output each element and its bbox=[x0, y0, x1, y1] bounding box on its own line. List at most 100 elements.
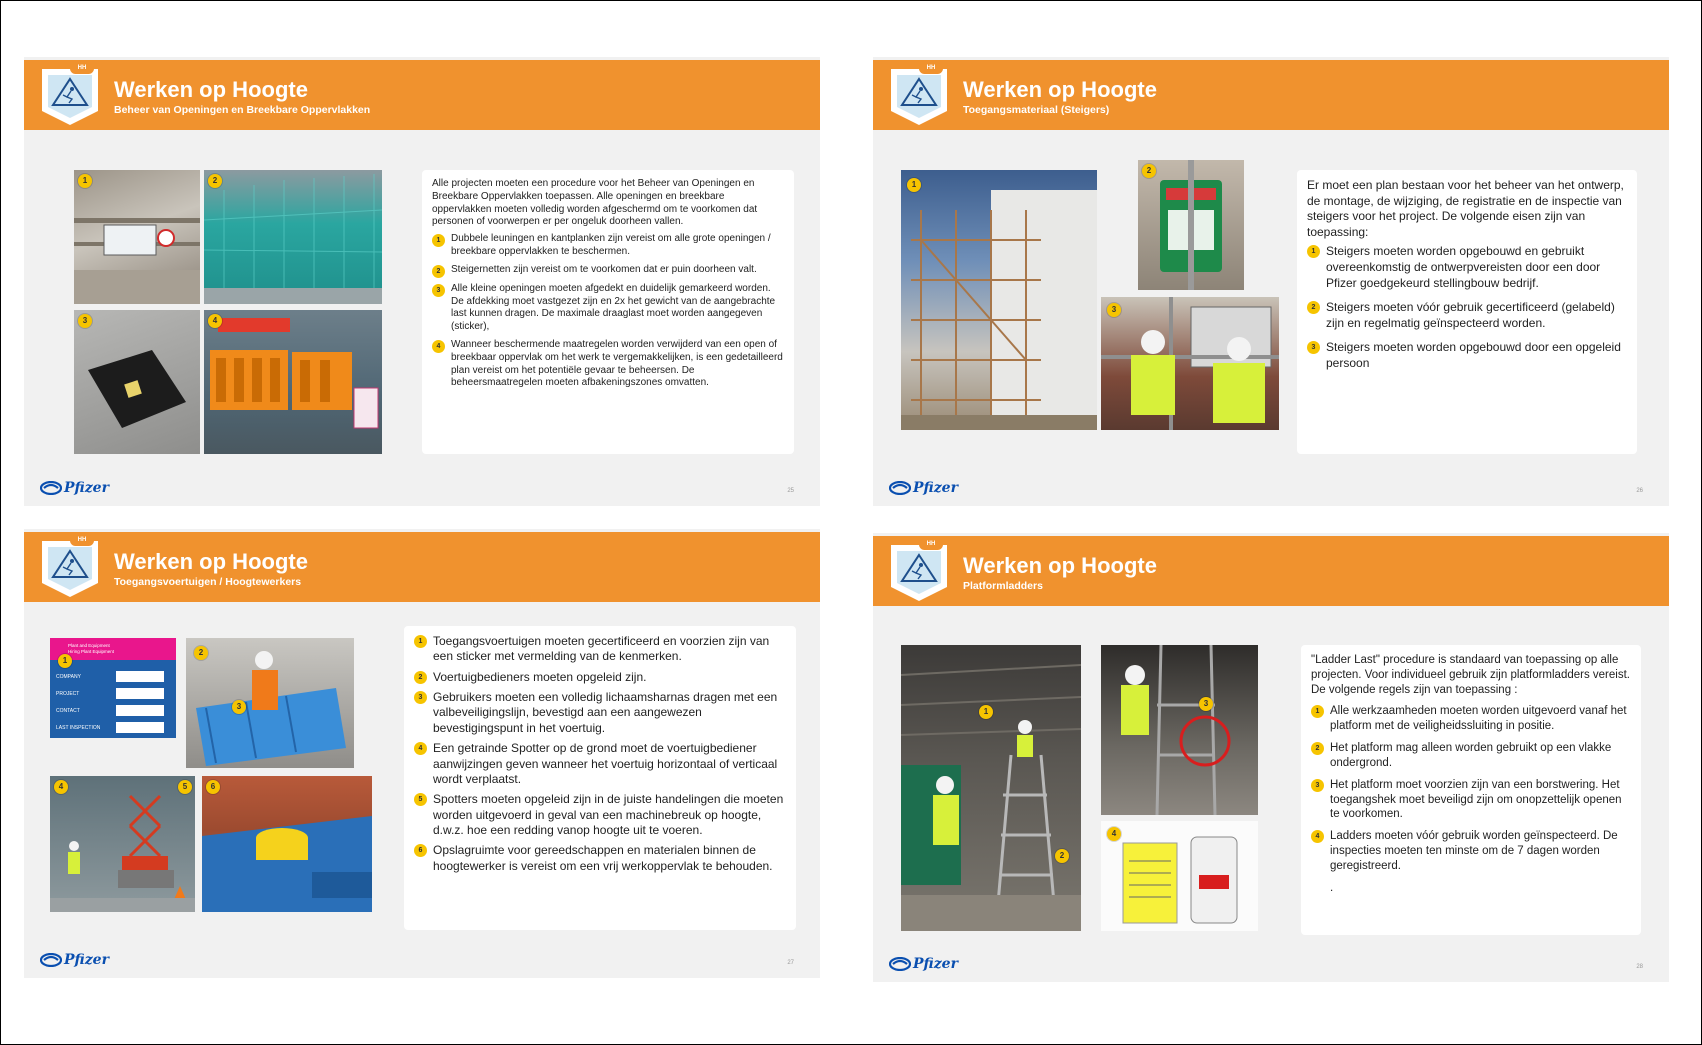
bullet-text: Alle kleine openingen moeten afgedekt en… bbox=[451, 282, 776, 333]
photo-scaffold-building: 1 bbox=[901, 170, 1097, 430]
list-item: 6 Opslagruimte voor gereedschappen en mat… bbox=[414, 843, 786, 874]
number-pin: 4 bbox=[432, 339, 445, 353]
fall-hazard-icon: HH bbox=[889, 535, 949, 605]
number-pin: 3 bbox=[1307, 341, 1320, 355]
slide-subtitle: Beheer van Openingen en Breekbare Opperv… bbox=[114, 104, 371, 116]
photo-floor-cover: 3 bbox=[74, 310, 200, 454]
page-number: 28 bbox=[1636, 964, 1643, 970]
number-pin: 1 bbox=[432, 234, 445, 248]
logo-text: Pfizer bbox=[913, 480, 958, 496]
bullet-text: Steigers moeten worden opgebouwd door ee… bbox=[1326, 340, 1621, 370]
number-pin: 3 bbox=[414, 691, 427, 705]
bullet-text: Het platform moet voorzien zijn van een … bbox=[1330, 778, 1622, 821]
photo-ladder-tag: 4 bbox=[1101, 821, 1258, 931]
number-pin: 4 bbox=[414, 742, 427, 756]
hh-badge: HH bbox=[70, 63, 94, 74]
photo-tag: 2 bbox=[1055, 849, 1069, 863]
photo-lift-warehouse: 4 5 bbox=[50, 776, 195, 912]
hh-badge: HH bbox=[70, 535, 94, 546]
content-textbox: Alle projecten moeten een procedure voor… bbox=[422, 170, 794, 454]
pfizer-pill-icon bbox=[40, 481, 62, 495]
plant-equipment-card: Plant and Equipment Hiring Plant Equipme… bbox=[50, 638, 176, 738]
photo-tag: 4 bbox=[54, 780, 68, 794]
list-item: 3 Steigers moeten worden opgebouwd door e… bbox=[1307, 340, 1627, 371]
slide-header: Werken op Hoogte Platformladders bbox=[873, 536, 1669, 606]
bullet-text: Wanneer beschermende maatregelen worden … bbox=[451, 338, 783, 389]
photo-tag: 3 bbox=[1199, 697, 1213, 711]
list-item: 4 Wanneer beschermende maatregelen worden… bbox=[432, 339, 784, 390]
intro-text: Er moet een plan bestaan voor het beheer… bbox=[1307, 178, 1624, 239]
photo-barriers: 4 bbox=[204, 310, 382, 454]
hh-badge: HH bbox=[919, 63, 943, 74]
slide-title: Werken op Hoogte bbox=[963, 77, 1157, 102]
photo-platform-ladder-site: 1 2 bbox=[901, 645, 1081, 931]
bullet-text: Gebruikers moeten een volledig lichaamsh… bbox=[433, 690, 778, 735]
number-pin: 2 bbox=[414, 670, 427, 684]
fall-hazard-icon: HH bbox=[40, 59, 100, 129]
bullet-text: Steigers moeten worden opgebouwd en gebr… bbox=[1326, 244, 1601, 290]
slide-subtitle: Platformladders bbox=[963, 580, 1043, 592]
list-item: 2 Steigers moeten vóór gebruik gecertific… bbox=[1307, 300, 1627, 331]
list-item: 3 Alle kleine openingen moeten afgedekt e… bbox=[432, 283, 784, 334]
slide-subtitle: Toegangsvoertuigen / Hoogtewerkers bbox=[114, 576, 302, 588]
photo-netting: 2 bbox=[204, 170, 382, 304]
photo-tag: 1 bbox=[78, 174, 92, 188]
pfizer-pill-icon bbox=[889, 957, 911, 971]
page-number: 25 bbox=[787, 488, 794, 494]
logo-text: Pfizer bbox=[64, 952, 109, 968]
list-item: 1 Toegangsvoertuigen moeten gecertificeer… bbox=[414, 634, 786, 665]
slide-steigers: Werken op Hoogte Toegangsmateriaal (Stei… bbox=[873, 57, 1669, 506]
slide-header: Werken op Hoogte Toegangsmateriaal (Stei… bbox=[873, 60, 1669, 130]
pfizer-logo: Pfizer bbox=[889, 956, 958, 972]
list-item: 1 Dubbele leuningen en kantplanken zijn v… bbox=[432, 233, 784, 259]
bullet-text: Alle werkzaamheden moeten worden uitgevo… bbox=[1330, 704, 1627, 732]
bullet-text: Steigernetten zijn vereist om te voorkom… bbox=[451, 263, 757, 275]
hh-badge: HH bbox=[919, 539, 943, 550]
list-item: 2 Voertuigbedieners moeten opgeleid zijn. bbox=[414, 670, 786, 685]
number-pin: 2 bbox=[1307, 301, 1320, 315]
trailing-text: . bbox=[1330, 882, 1334, 895]
logo-text: Pfizer bbox=[913, 956, 958, 972]
photo-tag: 3 bbox=[78, 314, 92, 328]
list-item: 4 Ladders moeten vóór gebruik worden geïn… bbox=[1311, 829, 1631, 874]
fall-hazard-icon: HH bbox=[40, 531, 100, 601]
content-textbox: 1 Toegangsvoertuigen moeten gecertificeer… bbox=[404, 626, 796, 930]
number-pin: 1 bbox=[414, 635, 427, 648]
photo-tag: 2 bbox=[1142, 164, 1156, 178]
bullet-text: Steigers moeten vóór gebruik gecertifice… bbox=[1326, 300, 1615, 330]
photo-tag: 1 bbox=[58, 654, 72, 668]
photo-tag: 4 bbox=[208, 314, 222, 328]
pfizer-pill-icon bbox=[889, 481, 911, 495]
content-textbox: "Ladder Last" procedure is standaard van… bbox=[1301, 645, 1641, 935]
list-item: 5 Spotters moeten opgeleid zijn in de jui… bbox=[414, 792, 786, 838]
pfizer-logo: Pfizer bbox=[40, 480, 109, 496]
fall-hazard-icon: HH bbox=[889, 59, 949, 129]
logo-text: Pfizer bbox=[64, 480, 109, 496]
photo-workers-scaffold: 3 bbox=[1101, 297, 1279, 430]
bullet-text: Dubbele leuningen en kantplanken zijn ve… bbox=[451, 233, 771, 257]
photo-ladder-guard: 3 bbox=[1101, 645, 1258, 815]
photo-tag: 1 bbox=[907, 178, 921, 192]
slide-subtitle: Toegangsmateriaal (Steigers) bbox=[963, 104, 1110, 116]
photo-tag: 3 bbox=[1107, 303, 1121, 317]
slide-hoogtewerkers: Werken op Hoogte Toegangsvoertuigen / Ho… bbox=[24, 529, 820, 978]
bullet-text: Toegangsvoertuigen moeten gecertificeerd… bbox=[433, 634, 770, 664]
photo-tool-bucket: 6 bbox=[202, 776, 372, 912]
number-pin: 1 bbox=[1311, 704, 1324, 718]
slide-header: Werken op Hoogte Toegangsvoertuigen / Ho… bbox=[24, 532, 820, 602]
number-pin: 4 bbox=[1311, 830, 1324, 844]
page-number: 26 bbox=[1636, 488, 1643, 494]
list-item: 1 Steigers moeten worden opgebouwd en geb… bbox=[1307, 244, 1627, 291]
slide-title: Werken op Hoogte bbox=[114, 77, 308, 102]
pfizer-logo: Pfizer bbox=[40, 952, 109, 968]
slide-header: Werken op Hoogte Beheer van Openingen en… bbox=[24, 60, 820, 130]
bullet-text: Ladders moeten vóór gebruik worden geïns… bbox=[1330, 830, 1618, 873]
list-item: 1 Alle werkzaamheden moeten worden uitgev… bbox=[1311, 704, 1631, 734]
photo-scafftag: 2 bbox=[1138, 160, 1244, 290]
photo-tag: 2 bbox=[194, 646, 208, 660]
photo-tag: 4 bbox=[1107, 827, 1121, 841]
bullet-text: Opslagruimte voor gereedschappen en mate… bbox=[433, 843, 773, 873]
number-pin: 3 bbox=[1311, 778, 1324, 792]
number-pin: 5 bbox=[414, 793, 427, 807]
intro-text: Alle projecten moeten een procedure voor… bbox=[432, 178, 758, 228]
